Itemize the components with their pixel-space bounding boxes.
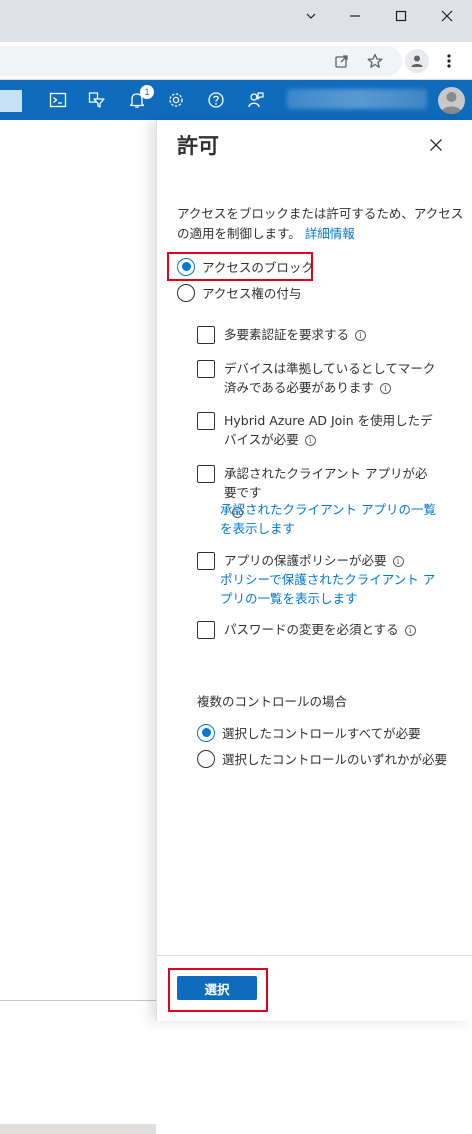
require-mfa-checkbox[interactable]: 多要素認証を要求する i — [197, 325, 437, 344]
info-icon[interactable]: i — [355, 330, 367, 341]
blade-footer: 選択 — [157, 955, 472, 1021]
settings-icon[interactable] — [164, 88, 188, 112]
learn-more-link[interactable]: 詳細情報 — [305, 226, 355, 241]
avatar[interactable] — [438, 87, 465, 114]
info-icon[interactable]: i — [304, 435, 316, 446]
divider — [0, 1000, 156, 1001]
checkbox-label: パスワードの変更を必須とする i — [224, 620, 416, 639]
info-icon[interactable]: i — [392, 556, 404, 567]
radio-unchecked[interactable] — [177, 283, 195, 302]
require-compliant-device-checkbox[interactable]: デバイスは準拠しているとしてマーク済みである必要があります i — [197, 359, 437, 397]
label-text: アプリの保護ポリシーが必要 — [224, 553, 387, 568]
blade-title: 許可 — [177, 134, 219, 158]
background-page — [0, 120, 156, 1134]
info-icon[interactable]: i — [379, 383, 391, 394]
require-all-controls-radio[interactable]: 選択したコントロールすべてが必要 — [197, 723, 421, 742]
address-bar[interactable] — [0, 46, 402, 76]
feedback-icon[interactable] — [244, 88, 268, 112]
search-box-edge[interactable] — [0, 90, 22, 112]
minimize-icon[interactable] — [332, 0, 378, 32]
checkbox[interactable] — [197, 412, 215, 430]
protected-apps-list-link[interactable]: ポリシーで保護されたクライアント アプリの一覧を表示します — [220, 570, 440, 608]
approved-apps-list-link[interactable]: 承認されたクライアント アプリの一覧を表示します — [220, 500, 440, 538]
radio-label: アクセス権の付与 — [202, 286, 302, 301]
label-text: Hybrid Azure AD Join を使用したデバイスが必要 — [224, 413, 433, 447]
checkbox-label: アプリの保護ポリシーが必要 i — [224, 551, 404, 570]
info-icon[interactable]: i — [404, 625, 416, 636]
radio-checked[interactable] — [197, 723, 215, 742]
browser-title-bar — [0, 0, 472, 42]
horizontal-scrollbar[interactable] — [0, 1124, 156, 1134]
more-menu-icon[interactable] — [442, 53, 456, 69]
radio-label: 選択したコントロールのいずれかが必要 — [222, 752, 448, 767]
label-text: デバイスは準拠しているとしてマーク済みである必要があります — [224, 361, 436, 395]
maximize-icon[interactable] — [378, 0, 424, 32]
label-text: 承認されたクライアント アプリが必要です — [224, 466, 428, 500]
require-password-change-checkbox[interactable]: パスワードの変更を必須とする i — [197, 620, 437, 639]
require-hybrid-join-checkbox[interactable]: Hybrid Azure AD Join を使用したデバイスが必要 i — [197, 411, 437, 449]
radio-label: 選択したコントロールすべてが必要 — [222, 726, 421, 741]
label-text: 多要素認証を要求する — [224, 327, 350, 342]
notification-count-badge: 1 — [140, 85, 154, 99]
notifications-icon[interactable]: 1 — [125, 85, 154, 112]
checkbox[interactable] — [197, 360, 215, 378]
close-icon[interactable] — [425, 134, 447, 156]
block-access-radio[interactable]: アクセスのブロック — [177, 257, 314, 276]
grant-blade: 許可 アクセスをブロックまたは許可するため、アクセスの適用を制御します。 詳細情… — [156, 120, 472, 1021]
share-icon[interactable] — [334, 53, 350, 69]
label-text: パスワードの変更を必須とする — [224, 622, 399, 637]
checkbox[interactable] — [197, 621, 215, 639]
bookmark-star-icon[interactable] — [367, 53, 383, 69]
chevron-down-icon[interactable] — [288, 0, 334, 32]
checkbox-label: 多要素認証を要求する i — [224, 325, 367, 344]
portal-top-bar: 1 — [0, 80, 472, 120]
profile-icon[interactable] — [405, 48, 429, 73]
help-icon[interactable] — [204, 88, 228, 112]
select-button[interactable]: 選択 — [177, 976, 257, 1000]
browser-toolbar — [0, 42, 472, 80]
radio-checked[interactable] — [177, 257, 195, 276]
require-one-control-radio[interactable]: 選択したコントロールのいずれかが必要 — [197, 749, 447, 768]
checkbox[interactable] — [197, 552, 215, 570]
require-app-protection-checkbox[interactable]: アプリの保護ポリシーが必要 i — [197, 551, 437, 570]
checkbox-label: Hybrid Azure AD Join を使用したデバイスが必要 i — [224, 411, 437, 449]
checkbox[interactable] — [197, 465, 215, 483]
checkbox[interactable] — [197, 326, 215, 344]
blade-description: アクセスをブロックまたは許可するため、アクセスの適用を制御します。 詳細情報 — [177, 204, 467, 244]
account-info-blurred[interactable] — [287, 89, 427, 109]
multiple-controls-label: 複数のコントロールの場合 — [197, 694, 348, 709]
radio-label: アクセスのブロック — [202, 260, 314, 275]
radio-unchecked[interactable] — [197, 749, 215, 768]
grant-access-radio[interactable]: アクセス権の付与 — [177, 283, 301, 302]
directory-filter-icon[interactable] — [85, 88, 109, 112]
cloud-shell-icon[interactable] — [46, 88, 70, 112]
close-window-icon[interactable] — [424, 0, 470, 32]
checkbox-label: デバイスは準拠しているとしてマーク済みである必要があります i — [224, 359, 437, 397]
